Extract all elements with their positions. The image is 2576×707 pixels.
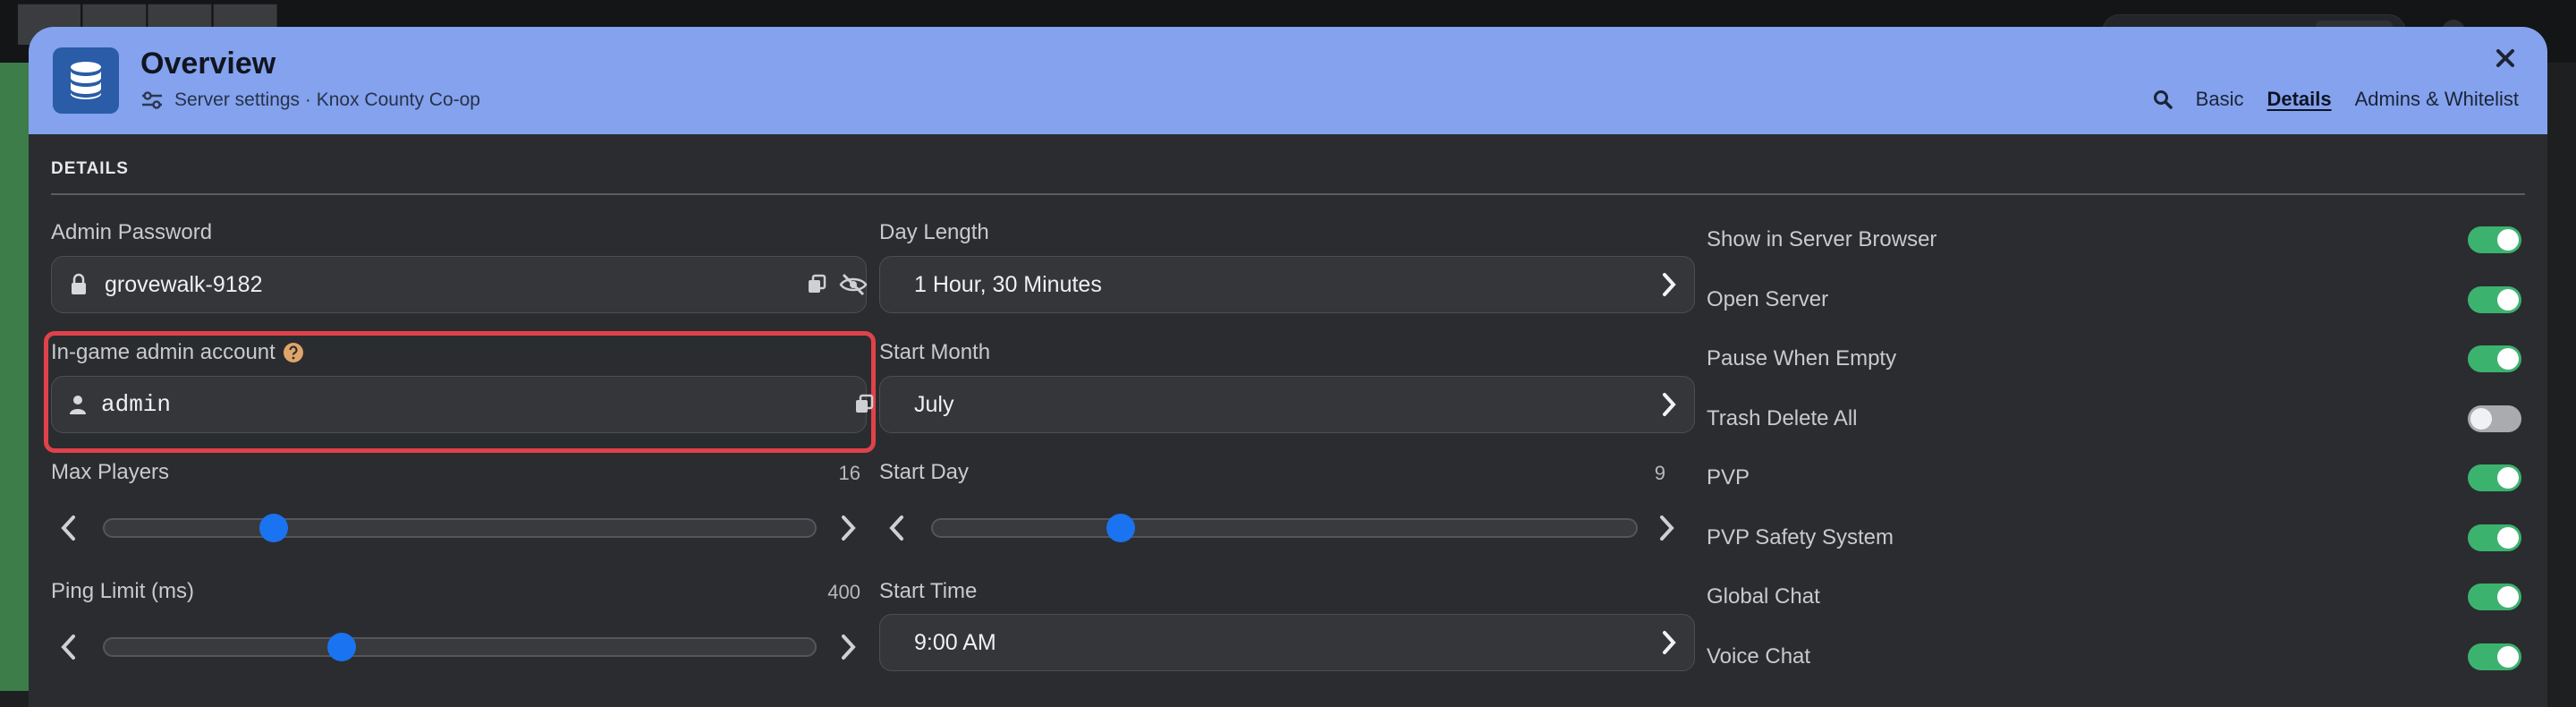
start-time-select[interactable]: 9:00 AM <box>879 614 1695 671</box>
admin-account-label-row: In-game admin account <box>51 340 304 365</box>
toggle-label: PVP <box>1707 465 1750 490</box>
chevron-right-icon <box>1663 393 1676 416</box>
start-day-slider-thumb[interactable] <box>1106 514 1135 542</box>
sliders-icon <box>142 91 162 109</box>
close-icon <box>2496 49 2514 67</box>
max-players-slider[interactable] <box>103 514 817 542</box>
section-title: DETAILS <box>51 159 129 178</box>
admin-account-field[interactable]: admin <box>51 376 874 433</box>
toggle-switch[interactable] <box>2468 524 2521 551</box>
eye-off-icon[interactable] <box>839 273 868 296</box>
max-players-increase[interactable] <box>831 510 867 546</box>
ping-limit-slider-thumb[interactable] <box>326 633 356 661</box>
day-length-select[interactable]: 1 Hour, 30 Minutes <box>879 256 1695 313</box>
ping-limit-decrease[interactable] <box>50 629 86 665</box>
start-day-decrease[interactable] <box>878 510 914 546</box>
toggle-label: Voice Chat <box>1707 643 1811 669</box>
toggle-knob <box>2497 586 2519 608</box>
start-month-label: Start Month <box>879 340 991 364</box>
start-day-increase[interactable] <box>1649 510 1685 546</box>
database-icon <box>53 47 119 114</box>
toggle-label: Trash Delete All <box>1707 405 1858 430</box>
help-icon[interactable] <box>283 342 304 363</box>
toggle-label: PVP Safety System <box>1707 524 1894 549</box>
toggle-knob <box>2497 526 2519 549</box>
chevron-right-icon <box>842 635 856 660</box>
start-day-slider[interactable] <box>931 514 1638 542</box>
toggle-knob <box>2497 229 2519 251</box>
toggle-switch[interactable] <box>2468 226 2521 253</box>
copy-icon[interactable] <box>853 394 875 415</box>
page-title: Overview <box>140 47 276 81</box>
start-month-select[interactable]: July <box>879 376 1695 433</box>
user-icon <box>70 396 86 414</box>
start-month-value: July <box>914 391 954 417</box>
day-length-value: 1 Hour, 30 Minutes <box>914 271 1102 297</box>
admin-password-field[interactable]: grovewalk-9182 <box>51 256 868 313</box>
start-day-label: Start Day <box>879 460 970 484</box>
ping-limit-label: Ping Limit (ms) <box>51 579 195 603</box>
ping-limit-increase[interactable] <box>831 629 867 665</box>
toggle-label: Show in Server Browser <box>1707 227 1937 251</box>
start-time-value: 9:00 AM <box>914 629 996 655</box>
start-time-label: Start Time <box>879 579 978 603</box>
breadcrumb: Server settings · Knox County Co-op <box>140 89 480 111</box>
toggle-switch[interactable] <box>2468 583 2521 610</box>
tab-basic[interactable]: Basic <box>2196 88 2244 111</box>
toggle-switch[interactable] <box>2468 643 2521 670</box>
tab-details[interactable]: Details <box>2267 88 2331 111</box>
toggle-switch[interactable] <box>2468 405 2521 432</box>
max-players-slider-thumb[interactable] <box>259 514 289 542</box>
toggle-switch[interactable] <box>2468 464 2521 491</box>
toggle-switch[interactable] <box>2468 285 2521 313</box>
toggle-knob <box>2497 645 2519 668</box>
chevron-left-icon <box>889 515 903 541</box>
chevron-right-icon <box>1663 631 1676 654</box>
admin-password-label: Admin Password <box>51 220 213 244</box>
lock-icon <box>72 273 86 294</box>
tab-admins-whitelist[interactable]: Admins & Whitelist <box>2355 88 2519 111</box>
server-settings-modal: Overview Server settings · Knox County C… <box>29 27 2547 707</box>
chevron-left-icon <box>61 515 75 541</box>
chevron-right-icon <box>1663 273 1676 296</box>
copy-icon[interactable] <box>806 274 827 295</box>
toggle-knob <box>2497 348 2519 370</box>
toggle-knob <box>2497 288 2519 311</box>
chevron-right-icon <box>1660 515 1674 541</box>
start-day-value: 9 <box>1654 462 1665 484</box>
toggle-label: Pause When Empty <box>1707 346 1897 371</box>
toggle-switch[interactable] <box>2468 345 2521 372</box>
toggle-label: Global Chat <box>1707 584 1820 609</box>
max-players-decrease[interactable] <box>50 510 86 546</box>
chevron-right-icon <box>842 515 856 541</box>
ping-limit-slider[interactable] <box>103 633 817 661</box>
toggle-knob <box>2497 467 2519 489</box>
admin-account-label: In-game admin account <box>51 340 275 364</box>
admin-password-value: grovewalk-9182 <box>105 271 263 297</box>
header-nav: Basic Details Admins & Whitelist <box>2153 88 2519 111</box>
ping-limit-value: 400 <box>827 581 860 603</box>
section-divider <box>51 193 2525 195</box>
day-length-label: Day Length <box>879 220 989 244</box>
search-icon[interactable] <box>2153 89 2173 109</box>
admin-account-value: admin <box>101 391 172 418</box>
modal-header: Overview Server settings · Knox County C… <box>29 27 2547 134</box>
breadcrumb-text: Server settings · Knox County Co-op <box>174 89 480 110</box>
max-players-label: Max Players <box>51 460 170 484</box>
close-button[interactable] <box>2490 43 2521 73</box>
toggle-knob <box>2470 407 2492 430</box>
chevron-left-icon <box>61 635 75 660</box>
toggle-label: Open Server <box>1707 286 1829 311</box>
max-players-value: 16 <box>838 462 860 484</box>
